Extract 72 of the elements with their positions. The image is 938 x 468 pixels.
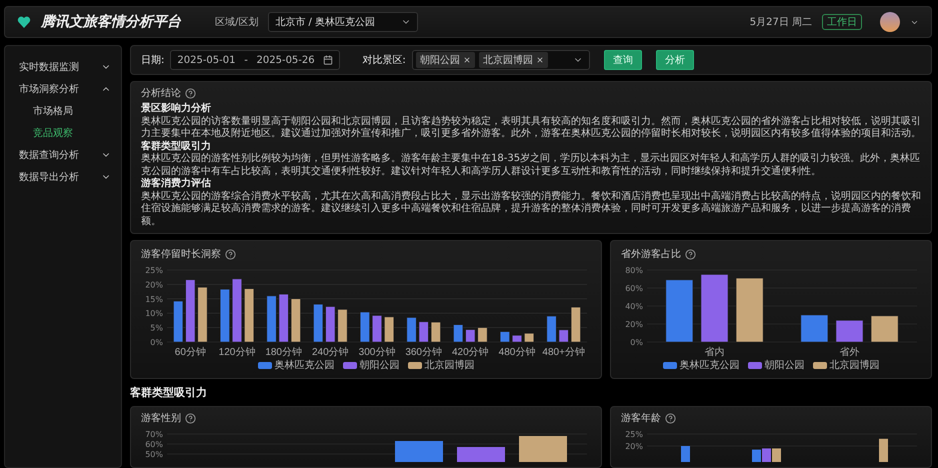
workday-badge: 工作日 xyxy=(822,14,862,30)
legend-item[interactable]: 奥林匹克公园 xyxy=(662,358,740,372)
axis-category-label: 480分钟 xyxy=(498,347,536,358)
sidebar-item[interactable]: 实时数据监测 xyxy=(5,60,121,74)
date-range-field[interactable]: 2025-05-01 - 2025-05-26 xyxy=(170,50,340,70)
avatar[interactable] xyxy=(880,12,900,32)
section-heading: 游客消费力评估 xyxy=(141,178,212,190)
axis-tick-label: 50% xyxy=(145,450,163,459)
sidebar-subitem[interactable]: 竞品观察 xyxy=(5,126,121,140)
axis-category-label: 240分钟 xyxy=(312,347,349,358)
axis-tick-label: 20% xyxy=(145,280,163,290)
axis-tick-label: 80% xyxy=(625,266,643,275)
axis-category-label: 300分钟 xyxy=(358,347,396,358)
chart-title: 省外游客占比 xyxy=(621,248,681,261)
region-select[interactable]: 北京市 / 奥林匹克公园 xyxy=(268,12,418,32)
help-icon[interactable] xyxy=(185,412,196,424)
section-heading: 客群类型吸引力 xyxy=(141,140,212,152)
axis-category-label: 省外 xyxy=(840,347,860,358)
paragraph: 奥林匹克公园的游客综合消费水平较高，尤其在次高和高消费段占比大，显示出游客较强的消费能力。餐饮和酒店消费也呈现出中高端消费占比较高的特点，说明园区内的餐饮和住宿设施能够满足较高消费需求的游客。建议继续引入更多中高端餐饮和住宿品牌，提升游客的整体消费体验，同时可开发更多高端旅游产品和服务，以进一步提高游客的消费额。 xyxy=(141,190,921,228)
help-icon[interactable] xyxy=(665,412,676,424)
axis-category-label: 360分钟 xyxy=(405,347,442,358)
axis-tick-label: 25% xyxy=(625,430,643,439)
axis-tick-label: 15% xyxy=(145,294,163,304)
legend-item[interactable]: 朝阳公园 xyxy=(342,358,400,372)
axis-tick-label: 60% xyxy=(145,440,163,449)
axis-tick-label: 25% xyxy=(145,266,163,275)
axis-category-label: 420分钟 xyxy=(452,347,489,358)
axis-tick-label: 60% xyxy=(625,284,643,293)
legend-item[interactable]: 北京园博园 xyxy=(812,358,880,372)
paragraph: 奥林匹克公园的游客性别比例较为均衡，但男性游客略多。游客年龄主要集中在18-35岁之间，学历以本科为主，显示出园区对年轻人和高学历人群的吸引力较强。此外，奥林匹克公园的游客中有车占比较高，表明其交通便利性较好。建议针对年轻人和高学历人群设计更多互动性和教育性的活动，同时继续保持和提升交通便利性。 xyxy=(141,153,921,177)
chart-title: 游客年龄 xyxy=(621,412,661,425)
section-heading: 景区影响力分析 xyxy=(141,103,212,116)
chart-title: 游客停留时长洞察 xyxy=(141,248,221,261)
tag[interactable]: 朝阳公园 xyxy=(416,52,475,68)
axis-tick-label: 0% xyxy=(150,338,163,347)
axis-category-label: 省内 xyxy=(704,347,724,358)
sidebar-subitem[interactable]: 市场格局 xyxy=(5,104,121,118)
axis-tick-label: 20% xyxy=(625,320,643,329)
close-icon[interactable] xyxy=(462,56,471,64)
legend-item[interactable]: 朝阳公园 xyxy=(748,358,804,372)
help-icon[interactable] xyxy=(185,88,196,98)
axis-tick-label: 70% xyxy=(145,430,163,439)
sidebar-item[interactable]: 数据导出分析 xyxy=(5,170,121,184)
logo-icon xyxy=(17,15,31,29)
date-label: 日期: xyxy=(141,54,164,67)
sidebar-item[interactable]: 数据查询分析 xyxy=(5,148,121,162)
compare-select[interactable]: 朝阳公园 北京园博园 xyxy=(412,50,590,70)
axis-category-label: 120分钟 xyxy=(218,347,256,358)
axis-category-label: 180分钟 xyxy=(265,347,302,358)
paragraph: 奥林匹克公园的访客数量明显高于朝阳公园和北京园博园，且访客趋势较为稳定，表明其具有较高的知名度和吸引力。然而，奥林匹克公园的省外游客占比相对较低，说明其吸引力主要集中在本地及附近地区。建议通过加强对外宣传和推广，吸引更多省外游客。此外，游客在奥林匹克公园的停留时长相对较长，说明园区内有较多值得体验的项目和活动。 xyxy=(141,116,921,140)
axis-tick-label: 20% xyxy=(625,442,643,451)
region-label: 区域/区划 xyxy=(215,16,258,29)
legend-item[interactable]: 奥林匹克公园 xyxy=(258,358,334,372)
axis-tick-label: 0% xyxy=(630,338,643,347)
calendar-icon xyxy=(323,55,334,65)
sidebar-item[interactable]: 市场洞察分析 xyxy=(5,82,121,96)
tag[interactable]: 北京园博园 xyxy=(478,52,548,68)
compare-label: 对比景区: xyxy=(362,54,406,67)
axis-category-label: 480+分钟 xyxy=(542,347,585,358)
help-icon[interactable] xyxy=(685,248,696,260)
section-title: 客群类型吸引力 xyxy=(130,385,208,400)
date-text: 5月27日 周二 xyxy=(750,16,812,29)
axis-tick-label: 10% xyxy=(145,309,163,318)
axis-tick-label: 40% xyxy=(625,302,643,311)
close-icon[interactable] xyxy=(536,56,544,64)
axis-tick-label: 5% xyxy=(150,324,163,333)
help-icon[interactable] xyxy=(225,248,236,260)
chart-title: 游客性别 xyxy=(141,412,181,425)
card-title: 分析结论 xyxy=(141,86,181,100)
app-title: 腾讯文旅客情分析平台 xyxy=(41,13,181,31)
axis-category-label: 60分钟 xyxy=(174,347,206,358)
legend-item[interactable]: 北京园博园 xyxy=(408,358,474,372)
